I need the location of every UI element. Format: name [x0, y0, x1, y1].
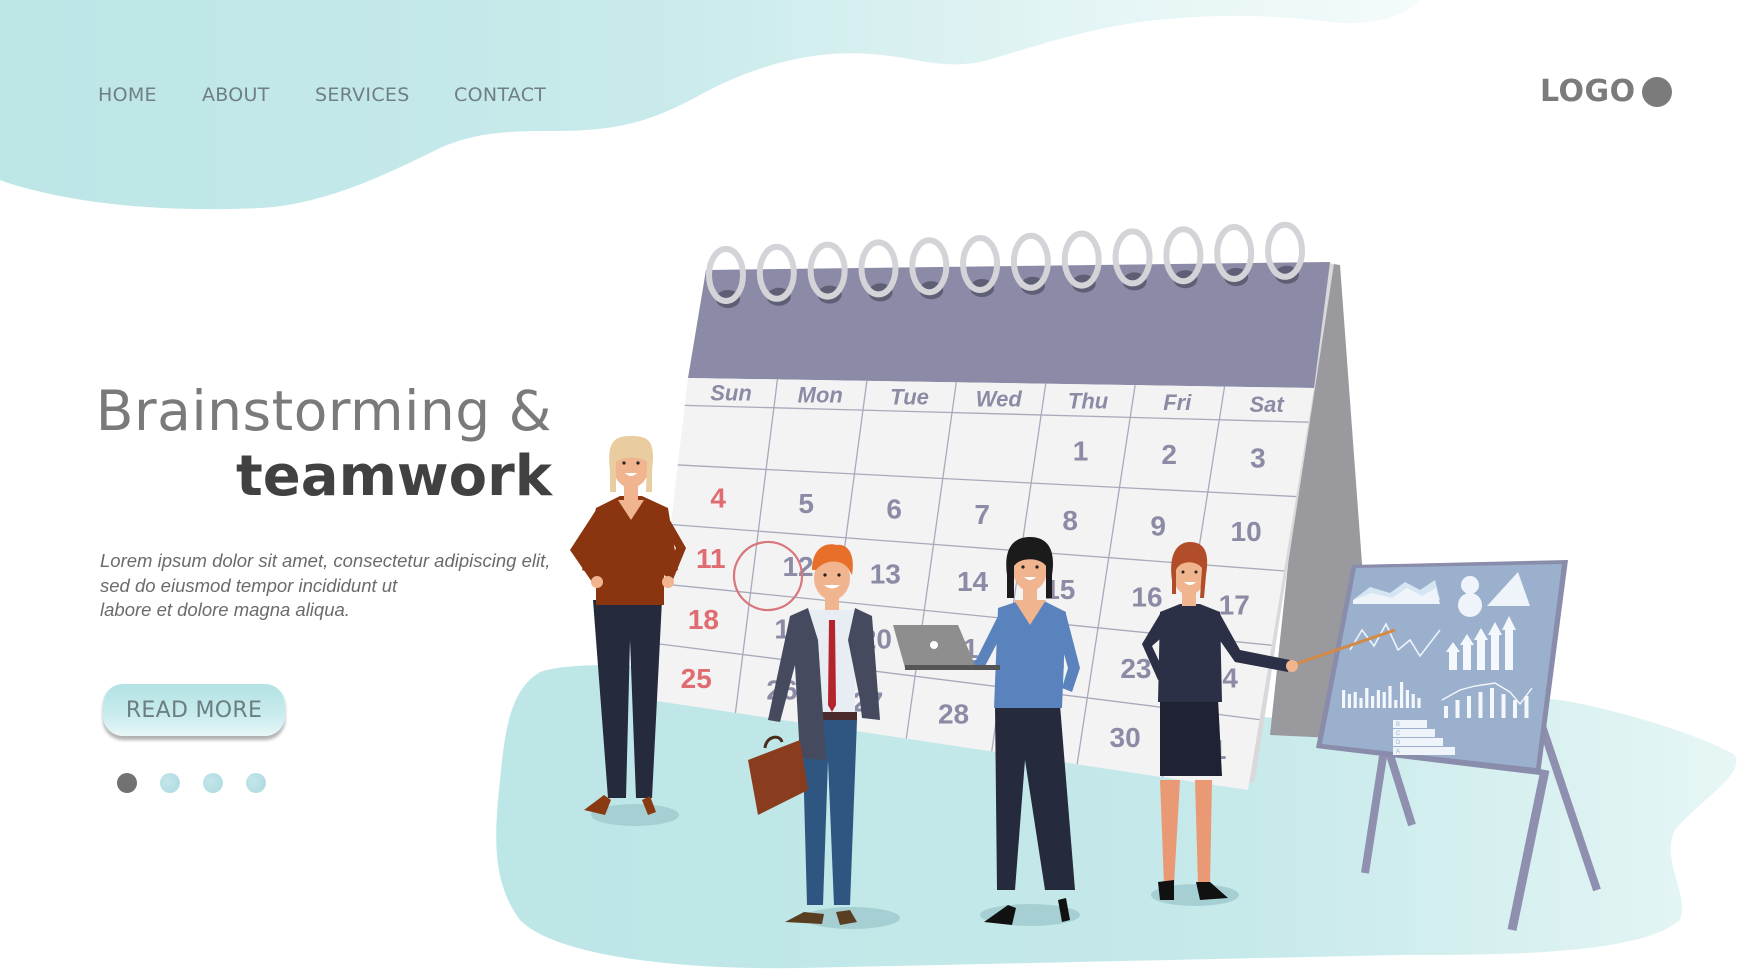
- hero-title-line1: Brainstorming &: [95, 379, 552, 443]
- board-bar: [1455, 700, 1460, 718]
- nav-services[interactable]: SERVICES: [315, 84, 410, 106]
- board-bar: [1490, 688, 1494, 718]
- calendar-date: 4: [710, 483, 726, 514]
- board-bar: [1501, 694, 1506, 718]
- board-bar: [1467, 696, 1471, 718]
- board-bar: [1342, 690, 1346, 708]
- board-bar: [1359, 698, 1363, 708]
- calendar-date: 11: [696, 543, 726, 574]
- calendar-date: 3: [1250, 443, 1266, 474]
- slider-dot[interactable]: [246, 773, 266, 793]
- calendar-weekday: Wed: [976, 386, 1023, 411]
- board-bar: [1478, 692, 1483, 718]
- board-bar: [1513, 700, 1517, 718]
- hero-description-line: labore et dolore magna aliqua.: [100, 599, 350, 620]
- board-legend-letter: C: [1396, 731, 1401, 737]
- calendar-date: 28: [938, 698, 969, 729]
- logo-circle-icon: [1641, 76, 1672, 107]
- board-bar: [1394, 700, 1398, 708]
- calendar-weekday: Mon: [798, 383, 843, 408]
- logo[interactable]: LOGO: [1540, 74, 1672, 109]
- slider-pagination: [117, 773, 266, 793]
- calendar-weekday: Thu: [1068, 388, 1109, 413]
- board-bar: [1417, 698, 1421, 708]
- calendar-date: 7: [974, 499, 990, 530]
- board-bar: [1365, 688, 1369, 708]
- calendar-weekday: Sat: [1249, 392, 1285, 417]
- calendar-date: 6: [886, 494, 902, 525]
- calendar-date: 10: [1231, 516, 1262, 547]
- board-bar: [1411, 694, 1415, 708]
- board-legend-letter: A: [1396, 749, 1400, 755]
- calendar-date: 14: [957, 566, 989, 597]
- hero-description: Lorem ipsum dolor sit amet, consectetur …: [100, 549, 560, 623]
- calendar-date: 13: [870, 559, 901, 590]
- calendar-date: 9: [1150, 510, 1166, 541]
- calendar-date: 25: [681, 663, 712, 694]
- nav-home[interactable]: HOME: [98, 84, 157, 106]
- board-bar: [1347, 694, 1351, 708]
- calendar-date: 8: [1062, 505, 1078, 536]
- calendar-date: 2: [1161, 439, 1177, 470]
- calendar-weekday: Tue: [890, 384, 929, 409]
- slider-dot[interactable]: [117, 773, 137, 793]
- calendar-date: 1: [1073, 436, 1089, 467]
- read-more-button[interactable]: READ MORE: [103, 684, 285, 736]
- board-bar: [1382, 692, 1386, 708]
- board-bar: [1353, 692, 1357, 708]
- slider-dot[interactable]: [160, 773, 180, 793]
- board-bar: [1400, 682, 1404, 708]
- nav-about[interactable]: ABOUT: [202, 84, 270, 106]
- hero-description-line: Lorem ipsum dolor sit amet, consectetur …: [100, 550, 551, 571]
- hero-description-line: sed do eiusmod tempor incididunt ut: [100, 574, 398, 596]
- board-bar: [1388, 686, 1392, 708]
- calendar-date: 18: [688, 604, 719, 635]
- calendar-date: 30: [1110, 722, 1141, 753]
- slider-dot[interactable]: [203, 773, 223, 793]
- board-legend-letter: D: [1396, 740, 1401, 746]
- logo-text: LOGO: [1540, 74, 1636, 109]
- board-bar: [1444, 706, 1448, 718]
- board-bar: [1371, 696, 1375, 708]
- calendar-date: 23: [1120, 653, 1151, 684]
- board-bar: [1524, 696, 1529, 718]
- calendar-date: 17: [1219, 589, 1250, 620]
- nav-contact[interactable]: CONTACT: [454, 84, 546, 106]
- calendar-date: 16: [1131, 582, 1162, 613]
- calendar-date: 12: [782, 551, 813, 582]
- calendar-date: 5: [798, 488, 814, 519]
- calendar-weekday: Fri: [1163, 390, 1192, 415]
- calendar-weekday: Sun: [710, 381, 752, 406]
- hero-title: Brainstorming & teamwork: [96, 378, 552, 510]
- board-bar: [1376, 690, 1380, 708]
- board-legend-letter: B: [1396, 722, 1400, 728]
- board-bar: [1405, 690, 1409, 708]
- hero-title-line2: teamwork: [236, 444, 552, 509]
